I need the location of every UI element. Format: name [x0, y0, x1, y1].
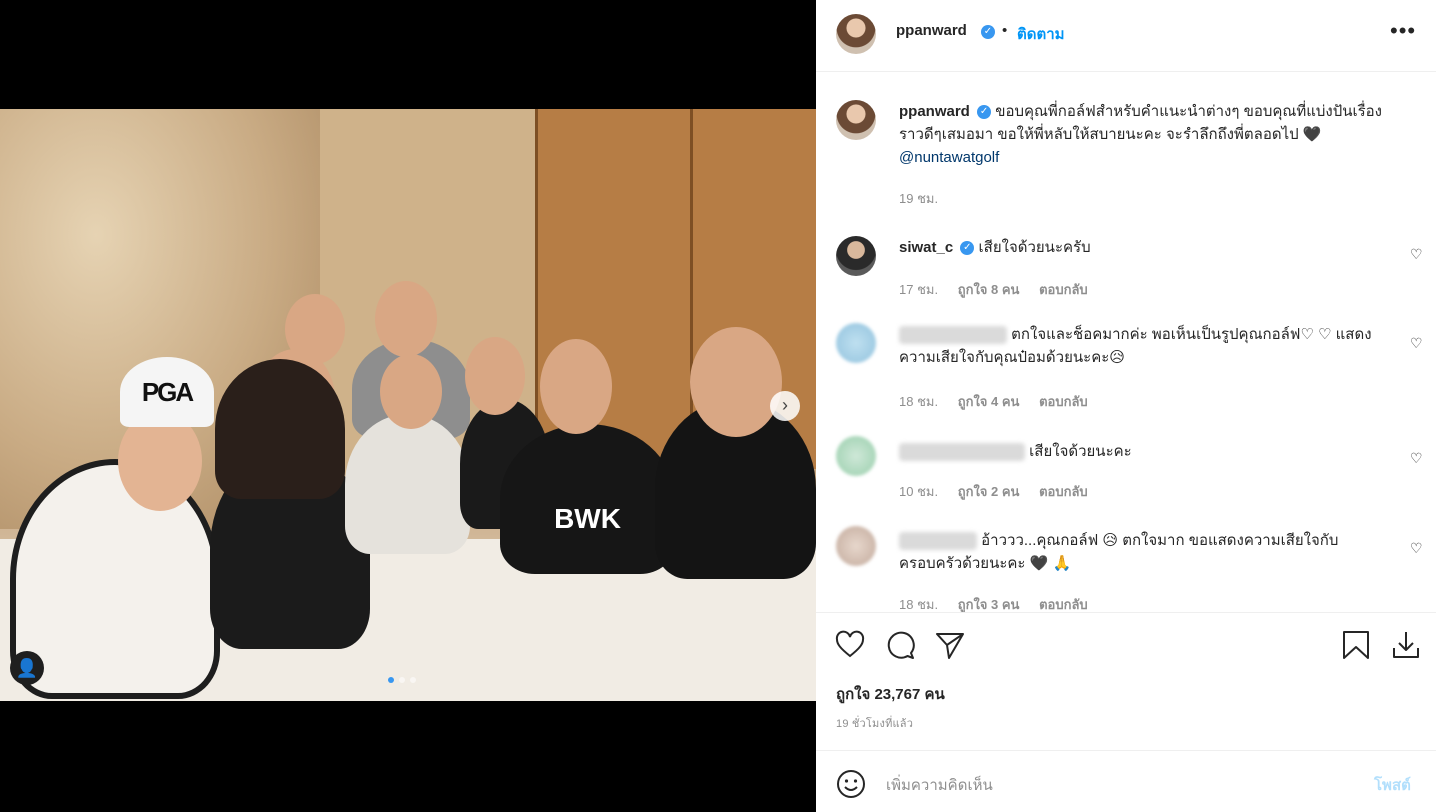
comment-likes[interactable]: ถูกใจ 4 คน — [958, 394, 1020, 409]
photo-person-head — [375, 281, 437, 357]
photo-person — [215, 359, 345, 499]
like-heart-icon[interactable] — [834, 629, 866, 661]
comment-meta: 18 ชม. ถูกใจ 3 คน ตอบกลับ — [899, 594, 1104, 612]
comment-bubble-icon[interactable] — [884, 629, 916, 661]
photo-beanie: PGA — [120, 357, 214, 427]
commenter-username[interactable]: siwat_c — [899, 239, 953, 256]
like-count[interactable]: ถูกใจ 23,767 คน — [836, 682, 945, 706]
more-options-icon[interactable]: ••• — [1390, 18, 1416, 44]
comment-text: เสียใจด้วยนะคะ — [1029, 443, 1132, 460]
commenter-avatar[interactable] — [836, 436, 876, 476]
caption-username[interactable]: ppanward — [899, 103, 970, 120]
share-send-icon[interactable] — [934, 629, 966, 661]
comment-item: ตกใจและช็อคมากค่ะ พอเห็นเป็นรูปคุณกอล์ฟ♡… — [836, 323, 1423, 413]
carousel-next-button[interactable]: › — [770, 391, 800, 421]
carousel-indicator — [388, 677, 416, 683]
comment-time: 18 ชม. — [899, 394, 939, 409]
caption-text-block: ppanward ✓ ขอบคุณพี่กอล์ฟสำหรับคำแนะนำต่… — [899, 100, 1394, 169]
comment-item: siwat_c ✓ เสียใจด้วยนะครับ 17 ชม. ถูกใจ … — [836, 236, 1423, 306]
post-caption: ppanward ✓ ขอบคุณพี่กอล์ฟสำหรับคำแนะนำต่… — [836, 100, 1416, 210]
comment-time: 18 ชม. — [899, 597, 939, 612]
comment-reply-button[interactable]: ตอบกลับ — [1039, 597, 1088, 612]
add-comment-input[interactable]: เพิ่มความคิดเห็น — [886, 773, 993, 797]
verified-badge-icon: ✓ — [977, 105, 992, 120]
save-bookmark-icon[interactable] — [1340, 629, 1372, 661]
commenter-avatar[interactable] — [836, 236, 876, 276]
photo-person — [345, 414, 470, 554]
follow-button[interactable]: ติดตาม — [1017, 22, 1065, 46]
post-actions-bar: ถูกใจ 23,767 คน 19 ชั่วโมงที่แล้ว — [816, 612, 1436, 750]
comment-text: เสียใจด้วยนะครับ — [978, 239, 1091, 256]
author-avatar[interactable] — [836, 14, 876, 54]
carousel-dot — [388, 677, 394, 683]
comment-time: 10 ชม. — [899, 484, 939, 499]
post-timestamp: 19 ชั่วโมงที่แล้ว — [836, 718, 914, 730]
comment-meta: 17 ชม. ถูกใจ 8 คน ตอบกลับ — [899, 279, 1104, 300]
verified-badge-icon: ✓ — [960, 241, 975, 256]
post-comment-button[interactable]: โพสต์ — [1374, 773, 1411, 797]
separator-dot: • — [1002, 22, 1008, 39]
commenter-username-blurred[interactable] — [899, 326, 1007, 345]
post-side-panel: ppanward ✓ • ติดตาม ••• ppanward ✓ ขอบคุ… — [816, 0, 1436, 812]
comment-meta: 18 ชม. ถูกใจ 4 คน ตอบกลับ — [899, 391, 1104, 412]
comment-like-heart-icon[interactable]: ♡ — [1410, 335, 1423, 352]
photo-person-head — [690, 327, 782, 437]
emoji-picker-icon[interactable] — [836, 769, 866, 799]
caption-text: ขอบคุณพี่กอล์ฟสำหรับคำแนะนำต่างๆ ขอบคุณท… — [899, 103, 1383, 143]
comment-like-heart-icon[interactable]: ♡ — [1410, 540, 1423, 557]
comment-meta: 10 ชม. ถูกใจ 2 คน ตอบกลับ — [899, 481, 1104, 502]
media-viewer: PGA BWK › 👤 — [0, 0, 816, 812]
comment-likes[interactable]: ถูกใจ 8 คน — [958, 282, 1020, 297]
photo-person-head — [540, 339, 612, 434]
user-tag-icon[interactable]: 👤 — [10, 651, 44, 685]
comment-text-block: ตกใจและช็อคมากค่ะ พอเห็นเป็นรูปคุณกอล์ฟ♡… — [899, 323, 1394, 369]
commenter-avatar[interactable] — [836, 526, 876, 566]
comment-reply-button[interactable]: ตอบกลับ — [1039, 484, 1088, 499]
commenter-avatar[interactable] — [836, 323, 876, 363]
comment-like-heart-icon[interactable]: ♡ — [1410, 246, 1423, 263]
verified-badge-icon: ✓ — [981, 25, 995, 39]
download-icon[interactable] — [1390, 629, 1422, 661]
photo-person-head — [380, 354, 442, 429]
comment-likes[interactable]: ถูกใจ 3 คน — [958, 597, 1020, 612]
commenter-username-blurred[interactable] — [899, 532, 977, 551]
author-avatar[interactable] — [836, 100, 876, 140]
photo-person: BWK — [500, 424, 675, 574]
add-comment-bar: เพิ่มความคิดเห็น โพสต์ — [816, 750, 1436, 812]
photo-person-head — [285, 294, 345, 364]
comment-text-block: siwat_c ✓ เสียใจด้วยนะครับ — [899, 236, 1394, 259]
post-photo[interactable]: PGA BWK › 👤 — [0, 109, 816, 701]
comment-time: 17 ชม. — [899, 282, 939, 297]
comment-text-block: เสียใจด้วยนะคะ — [899, 440, 1394, 463]
comment-likes[interactable]: ถูกใจ 2 คน — [958, 484, 1020, 499]
post-header: ppanward ✓ • ติดตาม ••• — [816, 0, 1436, 72]
comment-text-block: อ้าววว...คุณกอล์ฟ 😥 ตกใจมาก ขอแสดงความเส… — [899, 529, 1394, 575]
commenter-username-blurred[interactable] — [899, 443, 1025, 462]
comment-reply-button[interactable]: ตอบกลับ — [1039, 282, 1088, 297]
comments-list[interactable]: ppanward ✓ ขอบคุณพี่กอล์ฟสำหรับคำแนะนำต่… — [816, 72, 1436, 612]
comment-like-heart-icon[interactable]: ♡ — [1410, 450, 1423, 467]
caption-mention-link[interactable]: @nuntawatgolf — [899, 149, 999, 166]
comment-reply-button[interactable]: ตอบกลับ — [1039, 394, 1088, 409]
photo-person-head — [465, 337, 525, 415]
carousel-dot — [410, 677, 416, 683]
author-username[interactable]: ppanward — [896, 22, 967, 39]
comment-item: เสียใจด้วยนะคะ 10 ชม. ถูกใจ 2 คน ตอบกลับ… — [836, 436, 1423, 506]
comment-item: อ้าววว...คุณกอล์ฟ 😥 ตกใจมาก ขอแสดงความเส… — [836, 526, 1423, 612]
caption-time: 19 ชม. — [899, 191, 939, 206]
carousel-dot — [399, 677, 405, 683]
